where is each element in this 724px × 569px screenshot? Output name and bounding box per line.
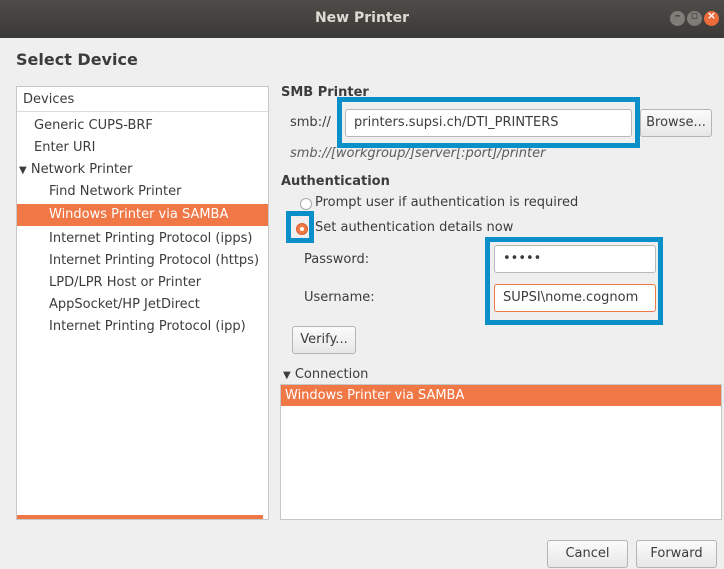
device-item-windows-samba-label: Windows Printer via SAMBA	[49, 207, 229, 222]
device-item-ipps[interactable]: Internet Printing Protocol (ipps)	[49, 231, 252, 246]
device-item-find-network-printer[interactable]: Find Network Printer	[49, 184, 181, 199]
device-item-enter-uri[interactable]: Enter URI	[34, 140, 95, 155]
authentication-section-title: Authentication	[281, 174, 390, 189]
connection-label: Connection	[294, 367, 369, 382]
expander-down-icon[interactable]: ▼	[19, 165, 27, 176]
connection-list[interactable]: Windows Printer via SAMBA	[280, 384, 722, 520]
radio-set-auth-now-label[interactable]: Set authentication details now	[315, 220, 513, 235]
connection-expander[interactable]: ▼ Connection	[283, 367, 368, 382]
highlight-frame-smb-uri	[337, 97, 640, 148]
smb-uri-hint: smb://[workgroup/]server[:port]/printer	[290, 146, 546, 161]
minimize-button[interactable]: –	[670, 9, 685, 26]
forward-button[interactable]: Forward	[636, 540, 717, 568]
browse-button[interactable]: Browse...	[640, 109, 712, 137]
connection-item-windows-samba[interactable]: Windows Printer via SAMBA	[281, 385, 721, 406]
device-list-header[interactable]: Devices	[17, 87, 268, 112]
radio-prompt-user-label[interactable]: Prompt user if authentication is require…	[315, 195, 578, 210]
horizontal-scrollbar[interactable]	[17, 515, 263, 519]
smb-prefix-label: smb://	[290, 115, 331, 130]
expander-down-icon[interactable]: ▼	[283, 370, 291, 381]
device-item-ipp[interactable]: Internet Printing Protocol (ipp)	[49, 319, 246, 334]
device-item-network-printer[interactable]: ▼ Network Printer	[19, 162, 133, 177]
window-titlebar: New Printer – ▫ ×	[0, 0, 724, 38]
device-item-lpd[interactable]: LPD/LPR Host or Printer	[49, 275, 201, 290]
device-item-windows-samba[interactable]: Windows Printer via SAMBA	[17, 204, 268, 226]
close-button[interactable]: ×	[704, 9, 719, 26]
connection-item-label: Windows Printer via SAMBA	[285, 388, 465, 403]
page-title: Select Device	[16, 50, 138, 69]
device-item-appsocket[interactable]: AppSocket/HP JetDirect	[49, 297, 200, 312]
maximize-button[interactable]: ▫	[687, 9, 702, 26]
device-item-generic-cups-brf[interactable]: Generic CUPS-BRF	[34, 118, 153, 133]
maximize-icon: ▫	[690, 9, 699, 22]
device-item-https[interactable]: Internet Printing Protocol (https)	[49, 253, 259, 268]
radio-prompt-user[interactable]	[300, 198, 312, 210]
device-list[interactable]: Devices Generic CUPS-BRF Enter URI ▼ Net…	[16, 86, 269, 520]
device-item-network-printer-label: Network Printer	[30, 162, 133, 177]
minimize-icon: –	[674, 9, 681, 22]
cancel-button[interactable]: Cancel	[547, 540, 628, 568]
password-label: Password:	[304, 252, 370, 267]
close-icon: ×	[706, 9, 717, 22]
highlight-frame-radio	[286, 211, 314, 243]
username-label: Username:	[304, 290, 375, 305]
highlight-frame-credentials	[485, 237, 663, 325]
window-title: New Printer	[314, 10, 410, 26]
verify-button[interactable]: Verify...	[292, 326, 356, 354]
device-list-header-label: Devices	[23, 92, 75, 107]
